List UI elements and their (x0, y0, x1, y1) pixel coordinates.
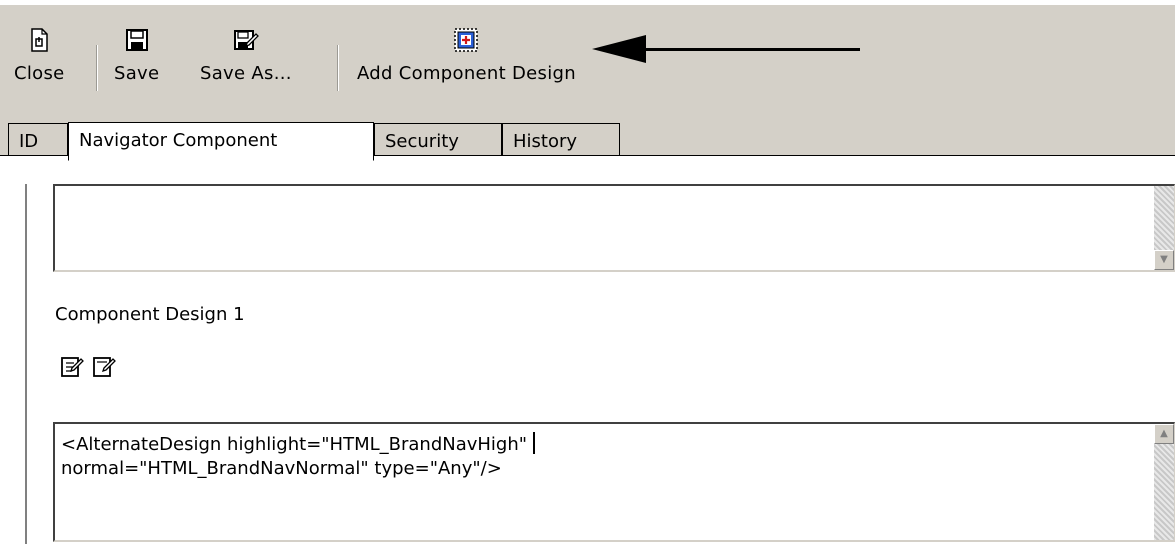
scrollbar[interactable]: ▲ (1154, 424, 1174, 540)
design-code-line-1: <AlternateDesign highlight="HTML_BrandNa… (61, 434, 528, 455)
add-component-icon (454, 28, 479, 52)
add-component-design-label: Add Component Design (357, 63, 576, 84)
tab-label: History (513, 131, 578, 152)
toolbar-separator (337, 45, 339, 91)
panel-frame (25, 184, 49, 544)
design-code-line-2: normal="HTML_BrandNavNormal" type="Any"/… (61, 458, 502, 479)
tab-history[interactable]: History (502, 123, 620, 159)
save-as-icon (233, 30, 259, 50)
design-code: <AlternateDesign highlight="HTML_BrandNa… (61, 432, 536, 481)
scroll-up-button[interactable]: ▲ (1154, 424, 1174, 444)
text-caret (533, 432, 536, 454)
tab-id[interactable]: ID (8, 123, 68, 159)
tab-content-panel: ▼ Component Design 1 <AlternateDesign hi… (0, 156, 1175, 544)
floppy-disk-icon (125, 29, 148, 51)
save-button[interactable]: Save (114, 25, 159, 105)
tab-label: Navigator Component (79, 130, 278, 151)
tab-label: Security (385, 131, 459, 152)
save-label: Save (114, 63, 160, 84)
close-button[interactable]: Close (14, 25, 65, 105)
annotation-arrow-head (592, 35, 646, 63)
edit-icon[interactable] (60, 354, 84, 378)
edit-properties-icon[interactable] (92, 354, 116, 378)
scrollbar[interactable]: ▼ (1154, 186, 1174, 270)
close-label: Close (14, 63, 65, 84)
scroll-down-button[interactable]: ▼ (1154, 250, 1174, 270)
tab-navigator-component[interactable]: Navigator Component (68, 122, 374, 161)
component-design-editor[interactable]: <AlternateDesign highlight="HTML_BrandNa… (53, 422, 1175, 542)
section-title: Component Design 1 (55, 304, 245, 325)
annotation-arrow-line (640, 48, 860, 51)
design-edit-tools (60, 354, 116, 378)
upper-text-area[interactable]: ▼ (53, 184, 1175, 272)
save-as-button[interactable]: Save As... (200, 25, 292, 105)
save-as-label: Save As... (200, 63, 292, 84)
toolbar-separator (96, 45, 98, 91)
toolbar: Close Save Save As... Add Component Desi… (0, 5, 1175, 161)
tab-security[interactable]: Security (374, 123, 502, 159)
close-document-icon (31, 28, 49, 52)
add-component-design-button[interactable]: Add Component Design (357, 25, 576, 105)
tab-label: ID (19, 131, 39, 152)
